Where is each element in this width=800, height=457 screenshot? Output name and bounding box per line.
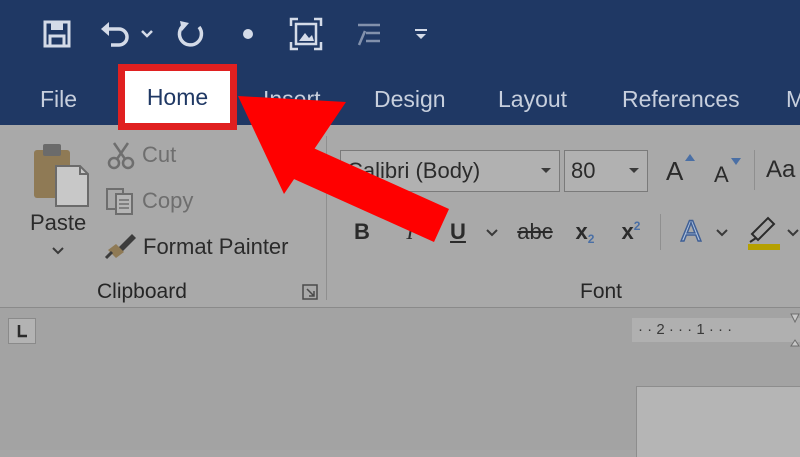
underline-button[interactable]: U — [444, 214, 472, 250]
tab-file[interactable]: File — [40, 84, 77, 114]
grow-font-glyph: A — [666, 156, 684, 186]
indent-marker-icon[interactable] — [790, 312, 800, 352]
subscript-base: x — [575, 219, 588, 244]
grow-font-button[interactable]: A — [664, 152, 698, 188]
paste-dropdown-chevron-icon[interactable] — [50, 244, 66, 256]
tab-stop-selector[interactable] — [8, 318, 36, 344]
save-icon[interactable] — [38, 14, 76, 54]
tab-references[interactable]: References — [622, 84, 740, 114]
underline-dropdown-chevron-icon[interactable] — [484, 226, 500, 238]
tab-home[interactable]: Home — [125, 71, 230, 123]
shrink-arrow-icon — [731, 158, 741, 165]
superscript-mark: 2 — [633, 219, 641, 233]
tab-layout[interactable]: Layout — [498, 84, 567, 114]
document-page[interactable] — [636, 386, 800, 457]
font-name-combobox[interactable]: Calibri (Body) — [340, 150, 560, 192]
change-case-button[interactable]: Aa — [766, 156, 795, 184]
font-group-label: Font — [580, 280, 623, 303]
touch-mode-dot-icon[interactable] — [236, 14, 260, 54]
text-effects-dropdown-chevron-icon[interactable] — [714, 226, 730, 238]
strikethrough-button[interactable]: abc — [514, 214, 556, 250]
numbering-icon[interactable] — [352, 14, 386, 54]
cut-button[interactable]: Cut — [142, 142, 176, 168]
subscript-button[interactable]: x2 — [568, 214, 602, 250]
clipboard-dialog-launcher-icon[interactable] — [302, 284, 318, 300]
tab-more[interactable]: M — [786, 84, 800, 114]
left-tab-stop-icon — [17, 325, 27, 338]
highlight-dropdown-chevron-icon[interactable] — [786, 226, 800, 238]
italic-button[interactable]: I — [396, 214, 424, 250]
bold-button[interactable]: B — [348, 214, 376, 250]
horizontal-ruler[interactable]: · · 2 · · · 1 · · · — [632, 318, 800, 342]
format-separator — [660, 214, 661, 250]
insert-image-icon[interactable] — [286, 14, 326, 54]
customize-toolbar-icon[interactable] — [410, 14, 432, 54]
ruler-marks: · · 2 · · · 1 · · · — [638, 321, 733, 338]
shrink-font-glyph: A — [714, 162, 729, 187]
text-effects-button[interactable]: A — [674, 214, 708, 250]
tab-home-highlight[interactable]: Home — [118, 64, 237, 130]
subscript-mark: 2 — [587, 232, 595, 246]
superscript-button[interactable]: x2 — [614, 214, 648, 250]
redo-icon[interactable] — [172, 14, 210, 54]
font-size-dropdown-chevron-icon[interactable] — [625, 151, 643, 191]
superscript-base: x — [621, 219, 634, 244]
font-tools-separator — [754, 150, 755, 190]
tab-design[interactable]: Design — [374, 84, 446, 114]
clipboard-group-label: Clipboard — [97, 280, 187, 303]
group-separator — [326, 136, 327, 300]
undo-dropdown-chevron-icon[interactable] — [138, 14, 156, 54]
format-painter-button[interactable]: Format Painter — [143, 234, 289, 260]
font-name-value: Calibri (Body) — [347, 158, 481, 183]
font-size-value: 80 — [571, 158, 596, 183]
tab-insert[interactable]: Insert — [263, 84, 321, 114]
undo-icon[interactable] — [96, 14, 136, 54]
font-name-dropdown-chevron-icon[interactable] — [537, 151, 555, 191]
format-painter-brush-icon[interactable] — [104, 230, 138, 260]
cut-scissors-icon[interactable] — [106, 140, 136, 170]
copy-icon[interactable] — [104, 186, 136, 216]
paste-button[interactable]: Paste — [30, 210, 86, 236]
font-size-combobox[interactable]: 80 — [564, 150, 648, 192]
shrink-font-button[interactable]: A — [712, 156, 744, 188]
highlight-color-icon[interactable] — [746, 212, 782, 252]
grow-arrow-icon — [685, 154, 695, 161]
copy-button[interactable]: Copy — [142, 188, 193, 214]
paste-clipboard-icon[interactable] — [30, 140, 92, 208]
